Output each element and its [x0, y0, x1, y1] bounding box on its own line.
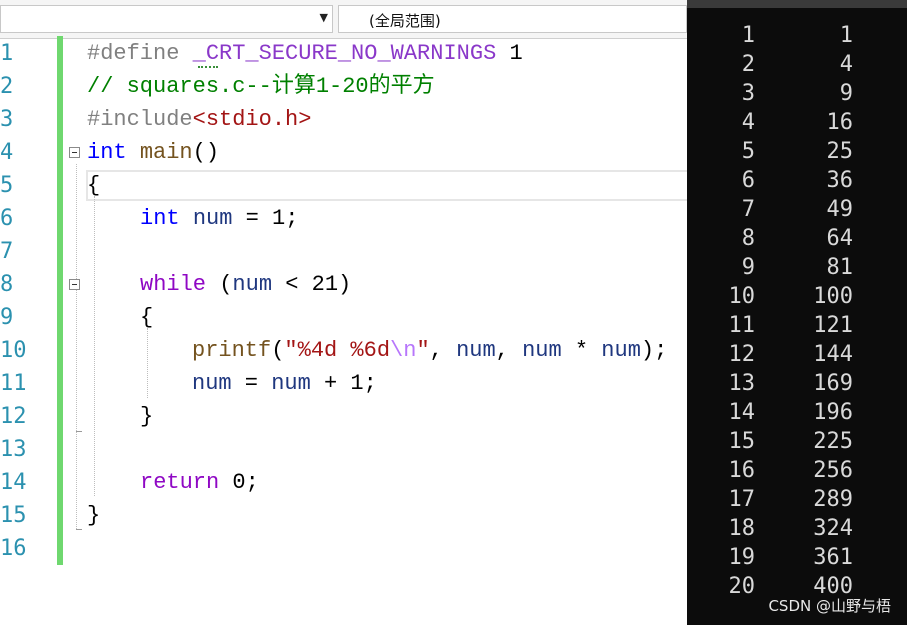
line-number: 12	[0, 404, 27, 429]
code-line-5: {	[87, 173, 101, 198]
scope-label: (全局范围)	[369, 12, 441, 30]
console-line: 11	[741, 23, 853, 48]
line-number: 10	[0, 338, 27, 363]
csdn-watermark: CSDN @山野与梧	[768, 597, 891, 615]
line-number: 4	[0, 140, 14, 165]
code-line-15: }	[87, 503, 101, 528]
console-line: 15 225	[728, 429, 854, 454]
scope-dropdown[interactable]: (全局范围)	[338, 5, 687, 33]
member-dropdown[interactable]: ▼	[0, 5, 333, 33]
collapse-while-icon[interactable]	[69, 279, 80, 290]
fold-guide-main-end	[76, 529, 82, 530]
code-line-8: while (num < 21)	[140, 272, 352, 297]
code-line-14: return 0;	[140, 470, 259, 495]
console-line: 4 16	[741, 110, 853, 135]
console-line: 17 289	[728, 487, 854, 512]
console-line: 11 121	[728, 313, 854, 338]
line-number: 3	[0, 107, 14, 132]
warning-squiggle	[198, 66, 218, 68]
console-line: 10 100	[728, 284, 854, 309]
current-line-highlight	[86, 170, 687, 201]
console-line: 39	[741, 81, 853, 106]
code-editor[interactable]: ▼ (全局范围) 1 2 3 4 5 6 7 8 9 10 11 12 13 1…	[0, 0, 687, 625]
line-number: 5	[0, 173, 14, 198]
line-number: 8	[0, 272, 14, 297]
code-line-1: #define _CRT_SECURE_NO_WARNINGS 1	[87, 41, 523, 66]
code-line-11: num = num + 1;	[192, 371, 377, 396]
console-line: 7 49	[741, 197, 853, 222]
console-line: 18 324	[728, 516, 854, 541]
line-number: 13	[0, 437, 27, 462]
line-number: 1	[0, 41, 14, 66]
indent-guide-1	[94, 196, 95, 496]
code-line-10: printf("%4d %6d\n", num, num * num);	[192, 338, 668, 363]
console-line: 5 25	[741, 139, 853, 164]
code-line-2: // squares.c--计算1-20的平方	[87, 74, 435, 99]
indent-guide-2	[147, 328, 148, 398]
console-line: 14 196	[728, 400, 854, 425]
console-line: 19 361	[728, 545, 854, 570]
line-number: 16	[0, 536, 27, 561]
console-line: 16 256	[728, 458, 854, 483]
console-line: 13 169	[728, 371, 854, 396]
console-line: 6 36	[741, 168, 853, 193]
collapse-main-icon[interactable]	[69, 147, 80, 158]
code-line-3: #include<stdio.h>	[87, 107, 312, 132]
code-line-12: }	[140, 404, 154, 429]
change-tracking-bar	[57, 36, 63, 565]
line-number: 2	[0, 74, 14, 99]
fold-guide-while	[76, 296, 77, 431]
line-number: 15	[0, 503, 27, 528]
navigation-bar: ▼ (全局范围)	[0, 0, 687, 39]
line-number: 7	[0, 239, 14, 264]
chevron-down-icon[interactable]: ▼	[320, 11, 328, 24]
console-line: 24	[741, 52, 853, 77]
line-number: 14	[0, 470, 27, 495]
line-number: 9	[0, 305, 14, 330]
console-line: 8 64	[741, 226, 853, 251]
fold-guide-while-end	[76, 431, 82, 432]
code-line-4: int main()	[87, 140, 220, 165]
console-line: 12 144	[728, 342, 854, 367]
console-line: 9 81	[741, 255, 853, 280]
console-titlebar	[687, 0, 907, 8]
line-number: 6	[0, 206, 14, 231]
code-line-9: {	[140, 305, 154, 330]
code-line-6: int num = 1;	[140, 206, 299, 231]
line-number: 11	[0, 371, 27, 396]
console-window[interactable]: 11 24 39 4 16 5 25 6 36 7 49 8 64 9 81 10 100 1…	[687, 0, 907, 625]
